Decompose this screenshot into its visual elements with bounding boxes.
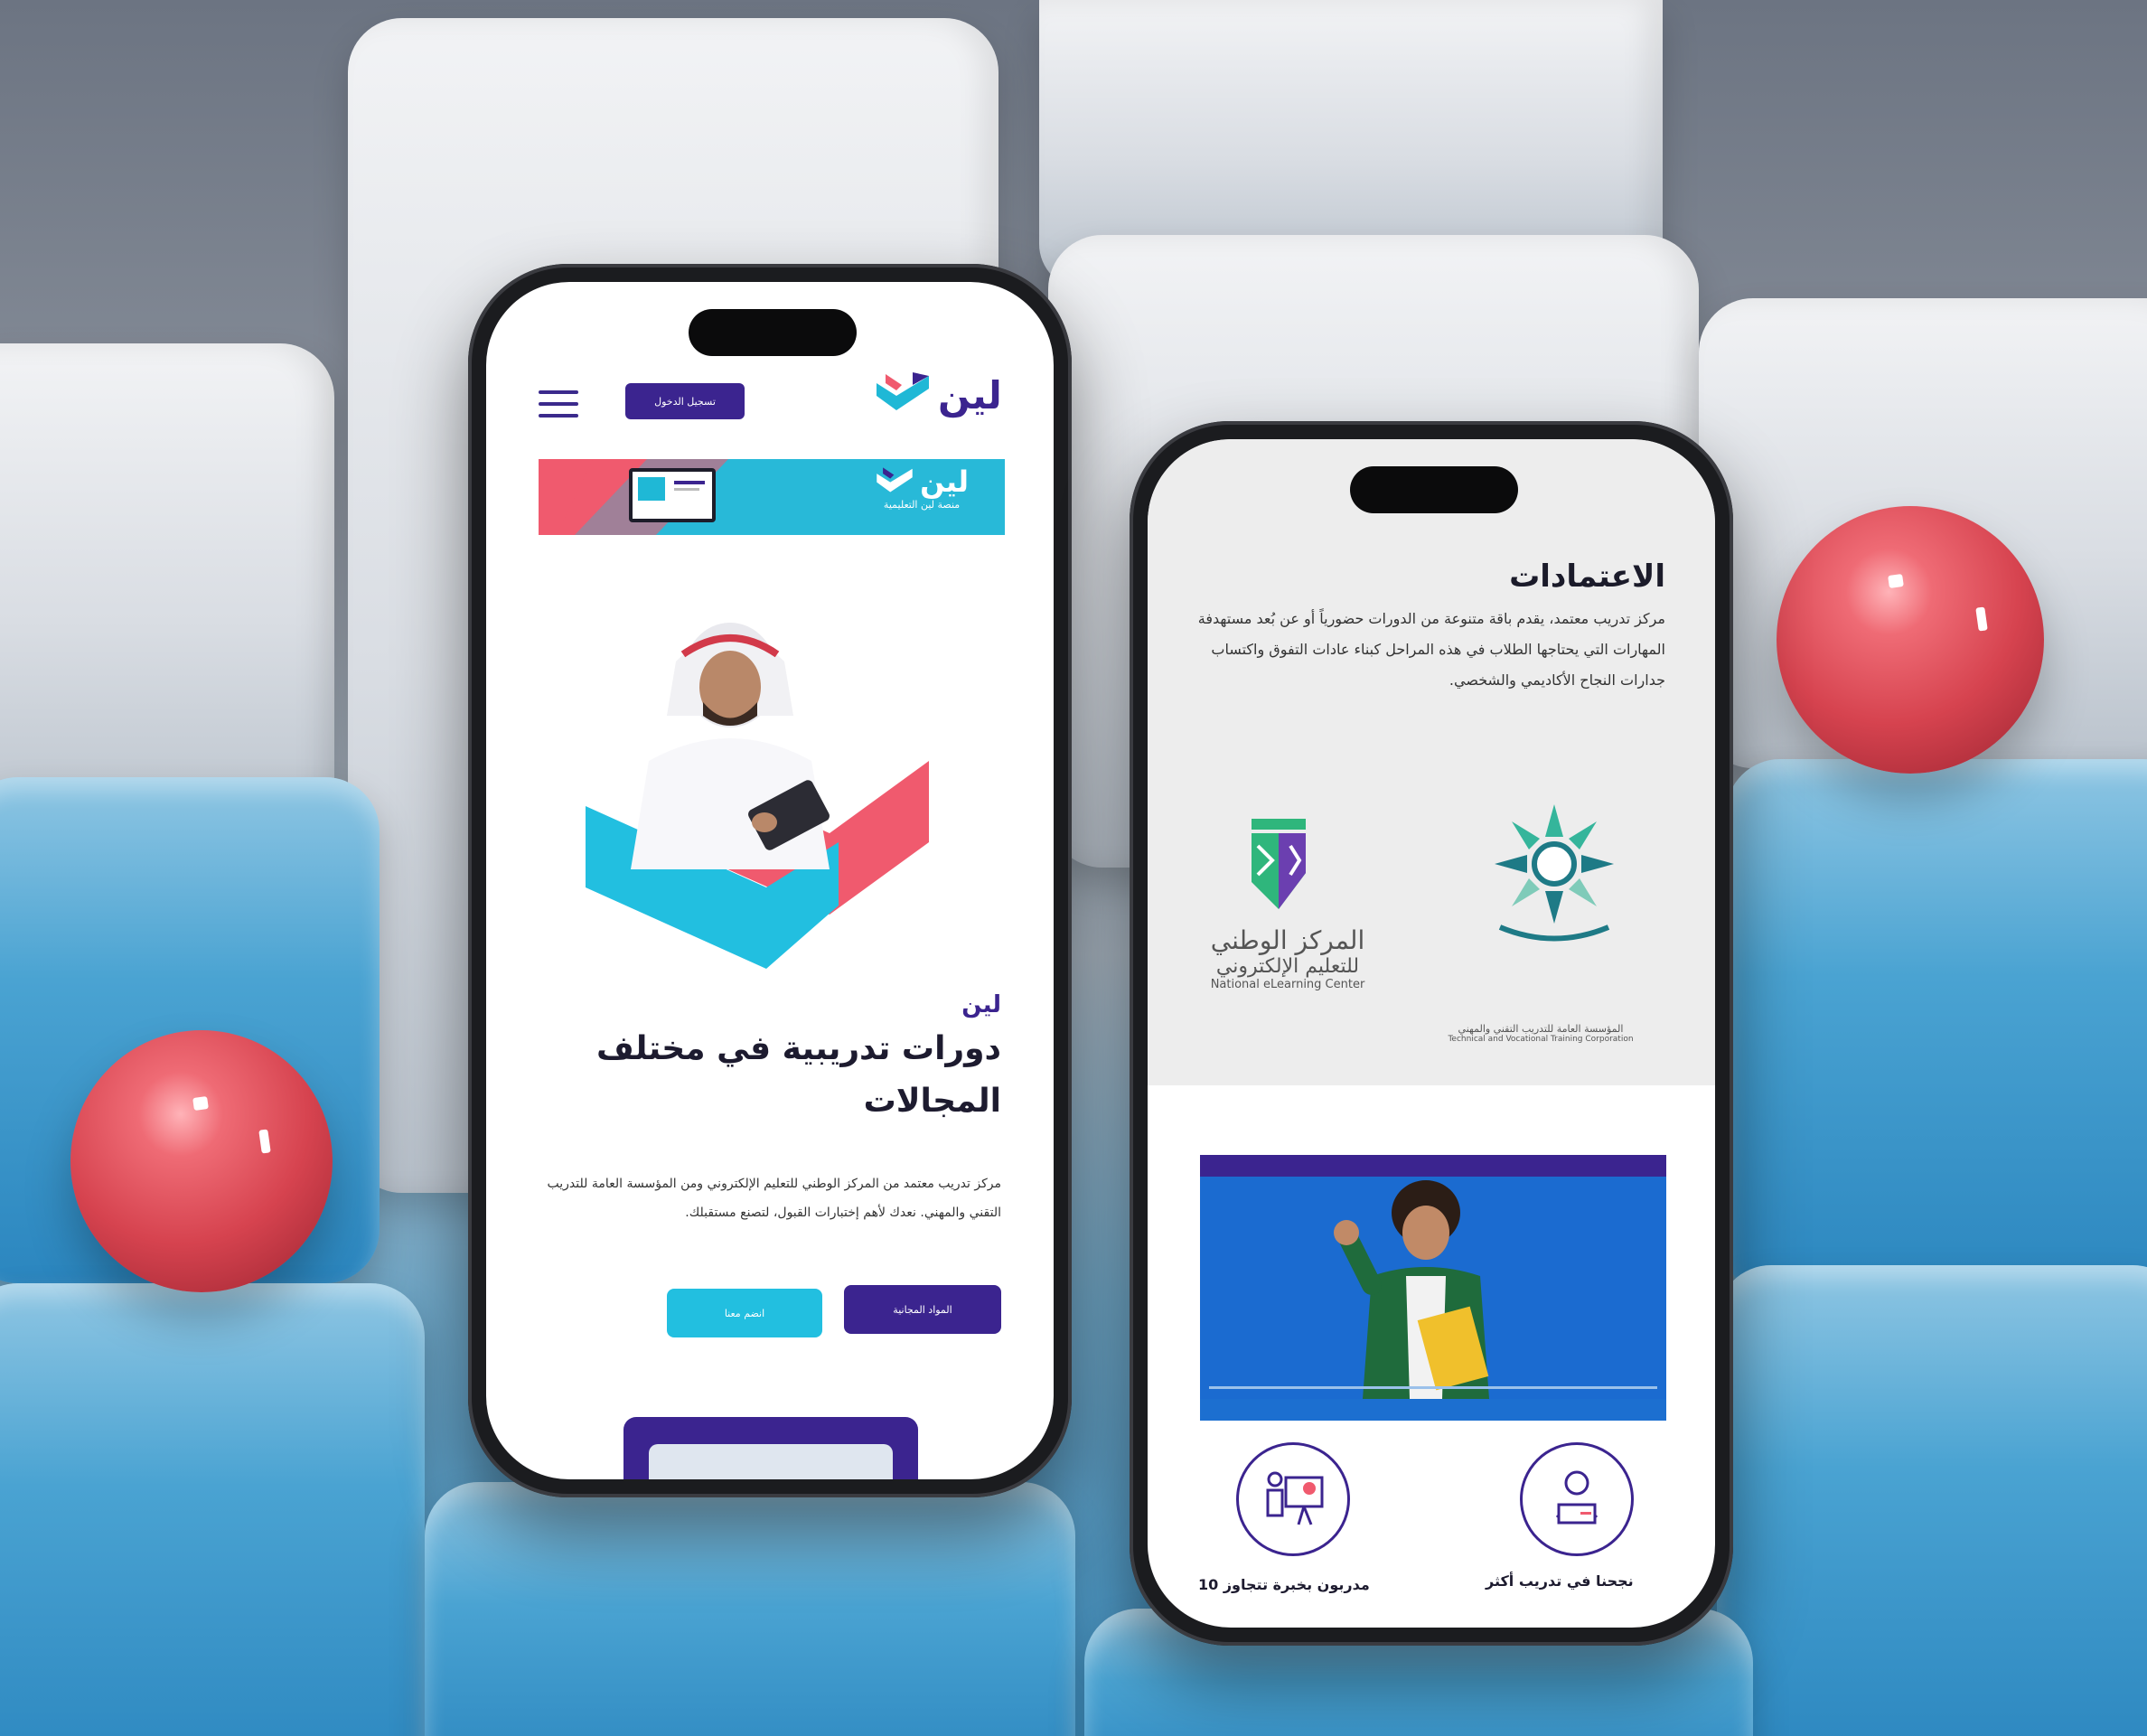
hero-paragraph: مركز تدريب معتمد من المركز الوطني للتعلي… bbox=[547, 1177, 1001, 1220]
logo-caption-ar: المركز الوطني bbox=[1210, 925, 1365, 955]
bg-block bbox=[1726, 759, 2147, 1301]
logo-caption-en: National eLearning Center bbox=[1210, 978, 1365, 991]
banner-logo-mark-icon bbox=[877, 467, 913, 493]
student-laptop-icon bbox=[1520, 1442, 1634, 1556]
dynamic-island bbox=[689, 309, 857, 356]
brand-logo[interactable]: لين bbox=[877, 372, 1002, 418]
phone-right: الاعتمادات مركز تدريب معتمد، يقدم باقة م… bbox=[1130, 421, 1733, 1646]
logo-caption-ar: للتعليم الإلكتروني bbox=[1215, 955, 1360, 978]
section-paragraph: مركز تدريب معتمد، يقدم باقة متنوعة من ال… bbox=[1197, 610, 1665, 689]
hero-illustration bbox=[586, 623, 929, 969]
mockup-scene: تسجيل الدخول لين لين منصة لين التعليمية … bbox=[0, 0, 2147, 1736]
phone-left: تسجيل الدخول لين لين منصة لين التعليمية … bbox=[468, 264, 1072, 1497]
login-button[interactable]: تسجيل الدخول bbox=[625, 383, 745, 419]
national-elearning-center-caption: المركز الوطني للتعليم الإلكتروني Nationa… bbox=[1193, 925, 1383, 991]
bg-block bbox=[0, 343, 334, 849]
red-sphere bbox=[70, 1030, 333, 1292]
logo-mark-icon bbox=[877, 372, 929, 410]
hero-headline: دورات تدريبية في مختلف المجالات bbox=[596, 1030, 1001, 1120]
bg-block bbox=[425, 1482, 1075, 1736]
bg-block bbox=[1717, 1265, 2147, 1736]
phone-left-screen: تسجيل الدخول لين لين منصة لين التعليمية … bbox=[486, 282, 1054, 1479]
join-us-button[interactable]: انضم معنا bbox=[667, 1289, 822, 1337]
section-title: الاعتمادات bbox=[1509, 558, 1665, 595]
brand-label: لين bbox=[961, 991, 1001, 1018]
promo-video[interactable] bbox=[1200, 1155, 1666, 1421]
logo-caption-ar: المؤسسة العامة للتدريب التقني والمهني bbox=[1458, 1023, 1624, 1035]
feature-label: مدربون بخبرة تتجاوز 10 bbox=[1198, 1576, 1370, 1593]
banner-subtitle: منصة لين التعليمية bbox=[883, 499, 961, 511]
phone-right-screen: الاعتمادات مركز تدريب معتمد، يقدم باقة م… bbox=[1148, 439, 1715, 1628]
presenter-icon bbox=[1236, 1442, 1350, 1556]
banner-logo-text: لين bbox=[920, 464, 969, 499]
logo-text: لين bbox=[938, 372, 1002, 418]
promo-banner[interactable]: لين منصة لين التعليمية bbox=[539, 459, 1005, 535]
hamburger-icon[interactable] bbox=[539, 390, 578, 418]
tvtc-logo-icon bbox=[1495, 804, 1614, 942]
free-materials-button[interactable]: المواد المجانية bbox=[844, 1285, 1001, 1334]
logo-caption-en: Technical and Vocational Training Corpor… bbox=[1448, 1035, 1634, 1044]
red-sphere bbox=[1777, 506, 2044, 774]
bg-block bbox=[0, 1283, 425, 1736]
video-frame-icon bbox=[1200, 1177, 1666, 1399]
feature-label: نجحنا في تدريب أكثر bbox=[1486, 1572, 1634, 1590]
next-section-card bbox=[623, 1417, 918, 1479]
tvtc-caption: المؤسسة العامة للتدريب التقني والمهني Te… bbox=[1419, 1023, 1663, 1044]
national-elearning-center-logo-icon bbox=[1252, 819, 1306, 909]
dynamic-island bbox=[1350, 466, 1518, 513]
